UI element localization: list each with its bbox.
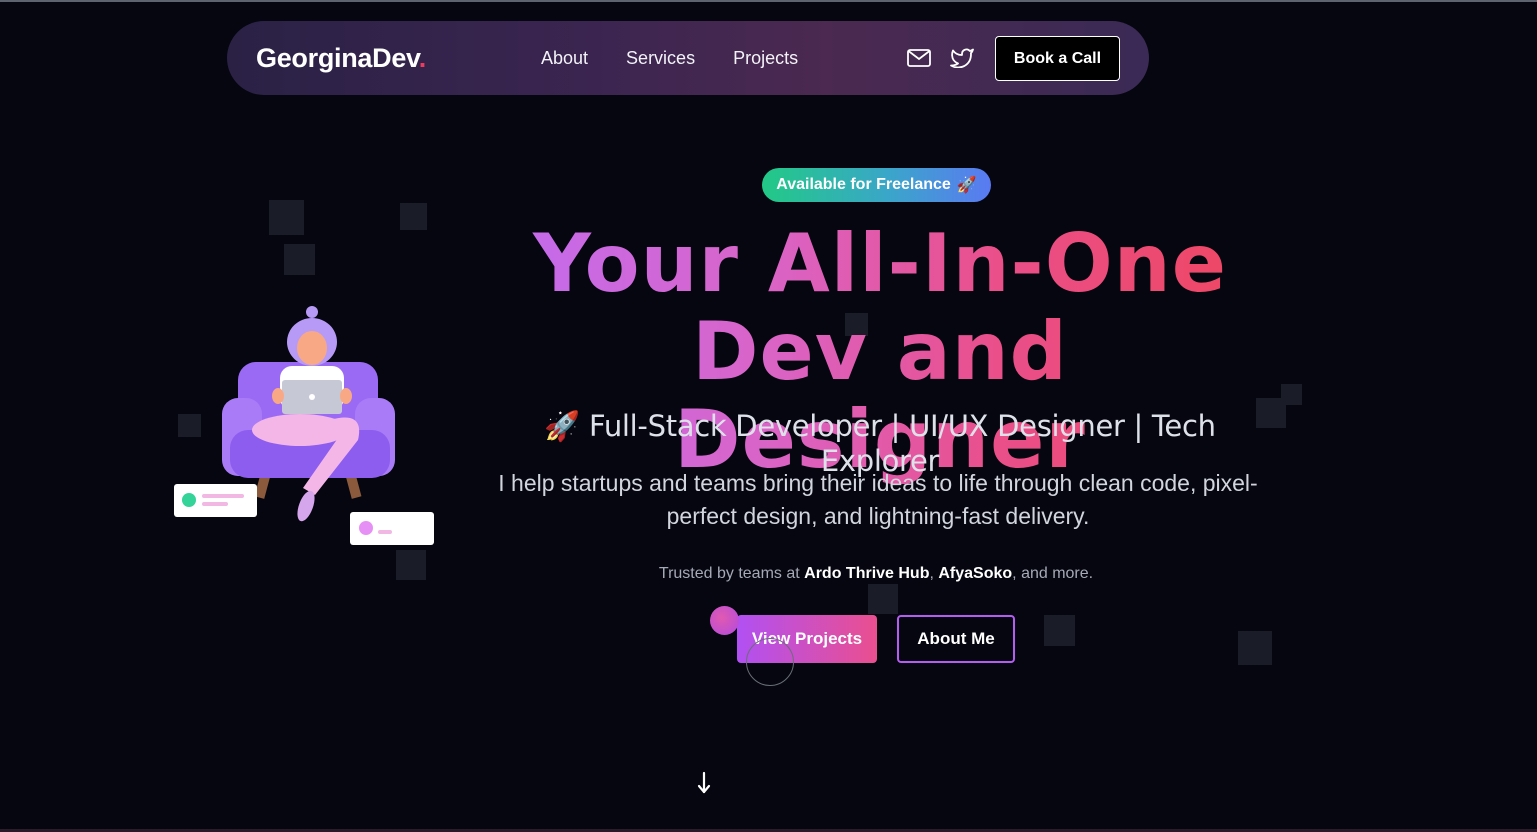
decor-square: [269, 200, 304, 235]
nav-links: About Services Projects: [541, 48, 836, 69]
twitter-icon[interactable]: [949, 47, 975, 69]
company-ardo: Ardo Thrive Hub: [804, 565, 930, 582]
rocket-icon: 🚀: [544, 409, 581, 443]
decor-square: [1238, 631, 1272, 665]
cursor-follower-dot: [710, 606, 739, 635]
freelance-badge: Available for Freelance 🚀: [762, 168, 991, 202]
navbar: GeorginaDev. About Services Projects Boo…: [227, 21, 1149, 95]
window-top-border: [0, 0, 1537, 2]
decor-square: [284, 244, 315, 275]
headline-line1: Your All-In-One: [533, 217, 1227, 310]
book-a-call-button[interactable]: Book a Call: [995, 36, 1120, 81]
nav-link-projects[interactable]: Projects: [733, 48, 798, 69]
logo[interactable]: GeorginaDev.: [256, 43, 426, 74]
decor-square: [400, 203, 427, 230]
decor-square: [1281, 384, 1302, 405]
badge-label: Available for Freelance: [776, 176, 951, 193]
trusted-by-text: Trusted by teams at Ardo Thrive Hub, Afy…: [658, 565, 1094, 582]
mail-icon[interactable]: [906, 47, 932, 69]
cursor-follower-ring: [746, 638, 794, 686]
rocket-icon: 🚀: [956, 177, 977, 194]
developer-illustration: [170, 300, 440, 550]
decor-square: [396, 550, 426, 580]
hero-description: I help startups and teams bring their id…: [498, 470, 1258, 529]
nav-link-services[interactable]: Services: [626, 48, 695, 69]
decor-square: [1044, 615, 1075, 646]
about-me-button[interactable]: About Me: [897, 615, 1015, 663]
nav-link-about[interactable]: About: [541, 48, 588, 69]
arrow-down-icon[interactable]: [693, 766, 715, 800]
company-afyasoko: AfyaSoko: [938, 565, 1013, 582]
decor-square: [868, 584, 898, 614]
